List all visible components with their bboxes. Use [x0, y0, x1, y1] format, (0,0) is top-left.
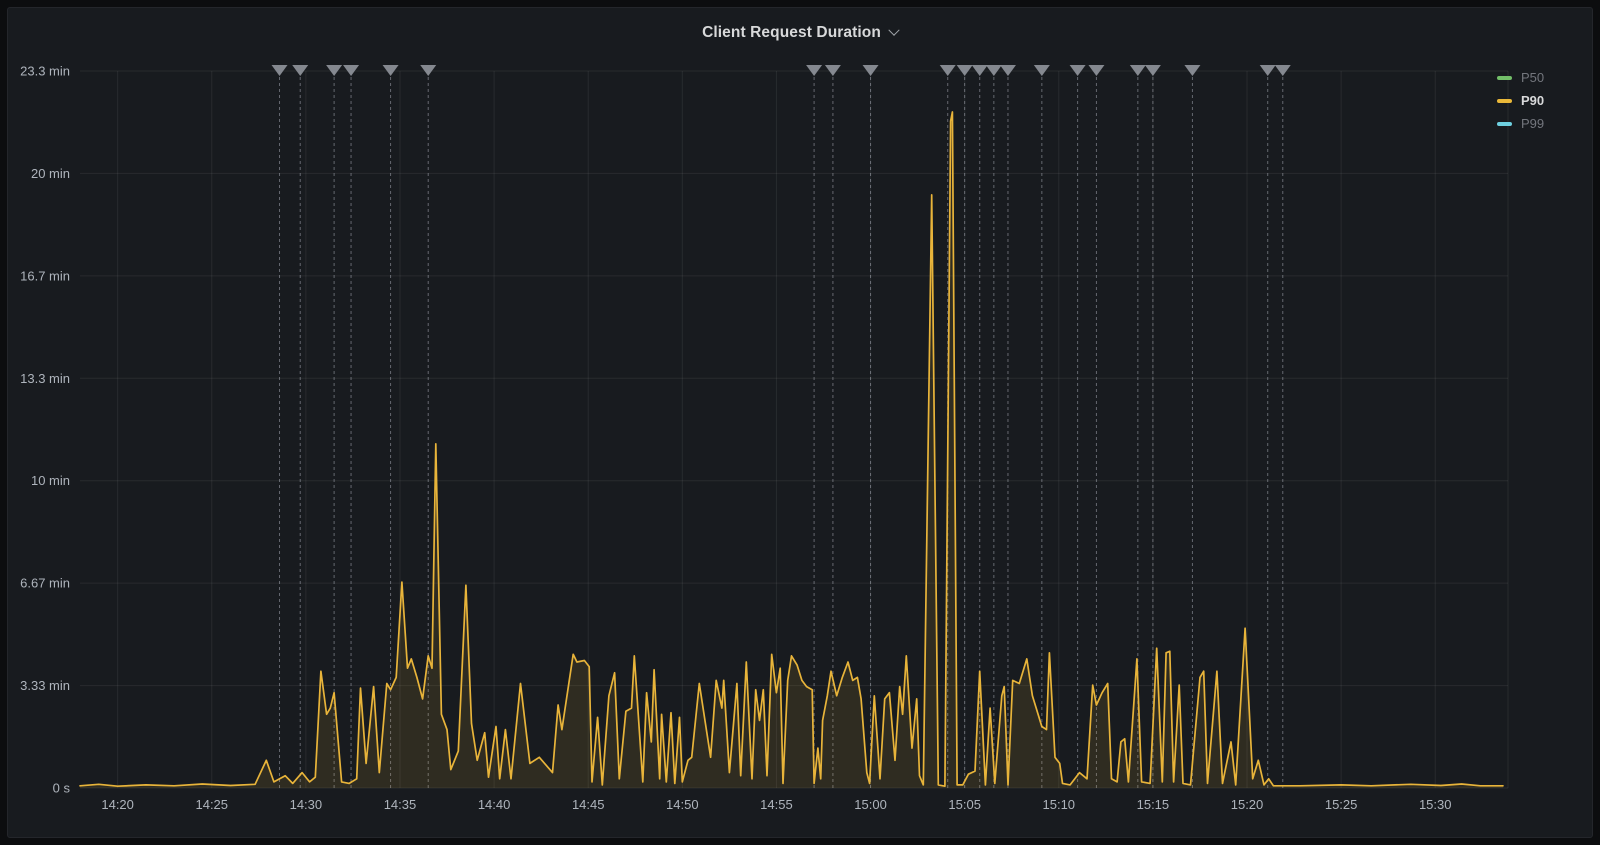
p90-series-swatch: [1497, 98, 1512, 103]
x-axis-tick-label: 15:05: [948, 797, 981, 812]
legend-label: P90: [1521, 93, 1545, 108]
panel-title[interactable]: Client Request Duration: [702, 24, 881, 42]
x-axis-tick-label: 14:50: [666, 797, 699, 812]
x-axis-tick-label: 14:55: [760, 797, 793, 812]
legend-item-p50[interactable]: P50: [1497, 70, 1544, 85]
legend: P50 P90 P99: [1497, 70, 1544, 131]
chevron-down-icon: [888, 24, 900, 36]
x-axis-tick-label: 15:30: [1419, 797, 1452, 812]
x-axis-tick-label: 15:10: [1043, 797, 1076, 812]
x-axis-tick-label: 14:35: [384, 797, 417, 812]
panel-header[interactable]: Client Request Duration: [0, 24, 1600, 42]
x-axis-tick-label: 14:45: [572, 797, 605, 812]
y-axis-tick-label: 13.3 min: [20, 371, 70, 386]
x-axis-tick-label: 15:00: [854, 797, 887, 812]
y-axis-tick-label: 23.3 min: [20, 64, 70, 79]
y-axis-tick-label: 6.67 min: [20, 576, 70, 591]
p99-series-swatch: [1497, 121, 1512, 126]
y-axis-tick-label: 3.33 min: [20, 678, 70, 693]
y-axis-tick-label: 16.7 min: [20, 268, 70, 283]
legend-item-p90[interactable]: P90: [1497, 93, 1544, 108]
y-axis-tick-label: 20 min: [31, 166, 70, 181]
y-axis-tick-label: 10 min: [31, 473, 70, 488]
timeseries-chart: 23.3 min 20 min 16.7 min 13.3 min 10 min 6.67…: [20, 64, 1509, 812]
x-axis-tick-label: 15:25: [1325, 797, 1358, 812]
x-axis-tick-label: 15:20: [1231, 797, 1264, 812]
p50-series-swatch: [1497, 75, 1512, 80]
x-axis-tick-label: 14:30: [290, 797, 323, 812]
x-axis-tick-label: 14:20: [101, 797, 134, 812]
x-axis-tick-label: 14:25: [195, 797, 228, 812]
y-axis-tick-label: 0 s: [53, 781, 71, 796]
plot-area[interactable]: [80, 71, 1503, 788]
x-axis-tick-label: 14:40: [478, 797, 511, 812]
x-axis-tick-label: 15:15: [1137, 797, 1170, 812]
legend-item-p99[interactable]: P99: [1497, 116, 1544, 131]
legend-label: P99: [1521, 116, 1545, 131]
legend-label: P50: [1521, 70, 1545, 85]
